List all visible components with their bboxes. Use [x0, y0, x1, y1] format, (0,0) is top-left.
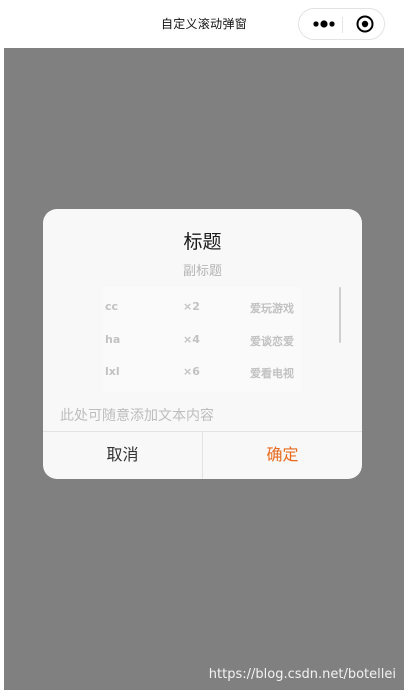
dialog-content-text: 此处可随意添加文本内容: [60, 408, 214, 424]
dialog-title: 标题: [183, 231, 222, 253]
scrollbar[interactable]: [339, 287, 341, 343]
dialog-button-row: 取消 确定: [43, 431, 362, 479]
item-name: cc: [105, 300, 119, 313]
list-item: lxl ×6 爱看电视: [103, 362, 301, 384]
list-item: ha ×4 爱谈恋爱: [103, 330, 301, 352]
capsule-menu: [298, 8, 385, 40]
phone-screen: 自定义滚动弹窗 标题 副标题 cc ×2 爱玩游戏 ha ×4 爱谈恋爱 lxl…: [4, 0, 404, 690]
confirm-button[interactable]: 确定: [203, 432, 362, 479]
item-hobby: 爱玩游戏: [250, 302, 294, 315]
scroll-list[interactable]: cc ×2 爱玩游戏 ha ×4 爱谈恋爱 lxl ×6 爱看电视: [103, 287, 301, 392]
item-count: ×4: [183, 333, 200, 346]
capsule-divider: [342, 17, 343, 33]
item-name: lxl: [105, 365, 120, 378]
dialog-subtitle: 副标题: [182, 264, 222, 279]
item-name: ha: [105, 333, 121, 346]
navigation-bar: 自定义滚动弹窗: [4, 0, 404, 48]
cancel-button[interactable]: 取消: [43, 432, 202, 479]
item-hobby: 爱看电视: [250, 367, 294, 380]
close-icon[interactable]: [353, 9, 377, 39]
bottom-margin: [0, 690, 409, 700]
watermark: https://blog.csdn.net/botellei: [208, 667, 396, 682]
item-count: ×6: [183, 365, 200, 378]
more-icon[interactable]: [310, 9, 338, 39]
scroll-dialog: 标题 副标题 cc ×2 爱玩游戏 ha ×4 爱谈恋爱 lxl ×6 爱看电视…: [43, 209, 362, 479]
list-item: cc ×2 爱玩游戏: [103, 297, 301, 319]
item-hobby: 爱谈恋爱: [250, 335, 294, 348]
item-count: ×2: [183, 300, 200, 313]
